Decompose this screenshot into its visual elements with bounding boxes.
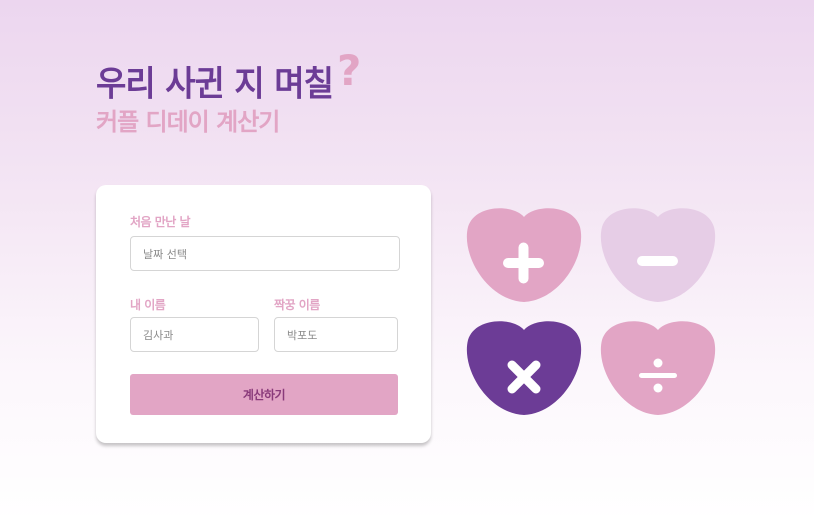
date-picker-input[interactable]: 날짜 선택 bbox=[130, 236, 400, 271]
multiply-icon bbox=[466, 321, 582, 415]
my-name-label: 내 이름 bbox=[130, 298, 166, 312]
my-name-placeholder: 김사과 bbox=[143, 328, 174, 342]
header: 우리 사귄 지 며칠 ? 커플 디데이 계산기 bbox=[96, 50, 361, 136]
title-line: 우리 사귄 지 며칠 ? bbox=[96, 50, 361, 104]
multiply-heart-shape bbox=[466, 321, 582, 415]
first-met-label: 처음 만난 날 bbox=[130, 215, 191, 229]
calculate-button[interactable]: 계산하기 bbox=[130, 374, 398, 415]
plus-vertical-bar bbox=[518, 242, 529, 284]
plus-icon bbox=[466, 208, 582, 302]
minus-heart-shape bbox=[600, 208, 716, 302]
partner-name-placeholder: 박포도 bbox=[287, 328, 318, 342]
date-picker-placeholder: 날짜 선택 bbox=[143, 247, 187, 261]
divide-heart-shape bbox=[600, 321, 716, 415]
divide-bar bbox=[639, 373, 677, 378]
page-title: 우리 사귄 지 며칠 bbox=[96, 63, 334, 104]
question-mark: ? bbox=[337, 46, 362, 95]
partner-name-label: 짝꿍 이름 bbox=[274, 298, 320, 312]
calculator-form-card: 처음 만난 날 날짜 선택 내 이름 김사과 짝꿍 이름 박포도 계산하기 bbox=[96, 185, 431, 443]
divide-bottom-dot bbox=[653, 383, 663, 393]
minus-bar bbox=[637, 256, 678, 266]
my-name-input[interactable]: 김사과 bbox=[130, 317, 259, 352]
page-subtitle: 커플 디데이 계산기 bbox=[96, 108, 280, 136]
divide-top-dot bbox=[653, 358, 663, 368]
partner-name-input[interactable]: 박포도 bbox=[274, 317, 398, 352]
minus-icon bbox=[600, 208, 716, 302]
divide-icon bbox=[600, 321, 716, 415]
